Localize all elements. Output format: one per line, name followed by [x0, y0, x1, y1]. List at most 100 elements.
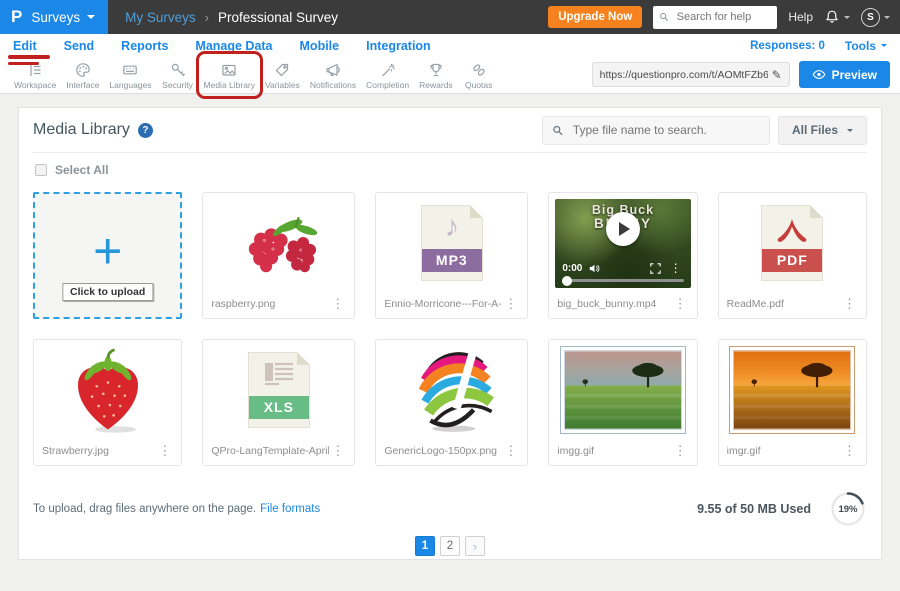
select-all-checkbox[interactable] — [35, 164, 47, 176]
tab-integration[interactable]: Integration — [366, 39, 431, 53]
edit-url-pencil-icon[interactable]: ✎ — [772, 68, 782, 82]
file-menu-icon[interactable]: ⋮ — [502, 297, 519, 310]
product-menu[interactable]: P Surveys — [0, 0, 108, 34]
toolbar-item-security[interactable]: Security — [157, 60, 199, 91]
chevron-down-icon — [87, 15, 95, 19]
surveys-menu-label: Surveys — [31, 10, 95, 25]
file-name: QPro-LangTemplate-April... — [211, 445, 329, 457]
toolbar-item-completion[interactable]: Completion — [361, 60, 414, 91]
tools-menu[interactable]: Tools — [845, 39, 887, 53]
file-menu-icon[interactable]: ⋮ — [502, 444, 519, 457]
video-menu-icon[interactable]: ⋮ — [668, 262, 684, 274]
play-button[interactable] — [606, 212, 640, 246]
toolbar-label: Security — [162, 80, 193, 90]
breadcrumb-current: Professional Survey — [218, 10, 338, 25]
file-name: imgr.gif — [727, 445, 761, 457]
media-tile-pdf[interactable]: PDF ReadMe.pdf ⋮ — [718, 192, 867, 319]
tile-footer: QPro-LangTemplate-April... ⋮ — [203, 439, 354, 465]
progress-knob[interactable] — [562, 276, 572, 286]
breadcrumb-separator-icon: › — [205, 10, 209, 25]
media-tile-raspberry[interactable]: raspberry.png ⋮ — [202, 192, 355, 319]
media-tile-strawberry[interactable]: Strawberry.jpg ⋮ — [33, 339, 182, 466]
spreadsheet-icon — [261, 359, 297, 391]
survey-nav: Edit Send Reports Manage Data Mobile Int… — [0, 34, 900, 57]
file-menu-icon[interactable]: ⋮ — [841, 297, 858, 310]
file-menu-icon[interactable]: ⋮ — [672, 444, 689, 457]
pdf-badge: PDF — [762, 249, 822, 272]
select-all-row: Select All — [33, 153, 867, 186]
notifications-bell-button[interactable] — [824, 9, 850, 25]
file-menu-icon[interactable]: ⋮ — [329, 444, 346, 457]
tab-send[interactable]: Send — [64, 39, 95, 53]
tag-icon — [273, 61, 291, 79]
responses-count[interactable]: Responses: 0 — [750, 40, 825, 52]
toolbar-item-interface[interactable]: Interface — [61, 60, 104, 91]
megaphone-icon — [324, 61, 342, 79]
storage-usage: 9.55 of 50 MB Used 19% — [697, 490, 867, 528]
toolbar-item-quotas[interactable]: Quotas — [458, 60, 500, 91]
upgrade-now-button[interactable]: Upgrade Now — [548, 6, 642, 28]
video-player[interactable]: Big Buck BUNNY 0:00 ⋮ — [549, 193, 696, 292]
next-page-button[interactable]: › — [465, 536, 485, 556]
usage-text: 9.55 of 50 MB Used — [697, 502, 811, 516]
file-formats-link[interactable]: File formats — [260, 503, 320, 515]
help-search-box[interactable] — [653, 6, 777, 29]
file-search-box[interactable] — [542, 116, 770, 145]
video-thumbnail: Big Buck BUNNY 0:00 ⋮ — [555, 199, 690, 288]
tab-edit[interactable]: Edit — [13, 39, 37, 53]
help-link[interactable]: Help — [788, 10, 813, 24]
chevron-down-icon — [884, 16, 890, 19]
toolbar-label: Media Library — [204, 80, 256, 90]
page-button-1[interactable]: 1 — [415, 536, 435, 556]
search-icon — [659, 11, 669, 23]
toolbar-item-notifications[interactable]: Notifications — [305, 60, 361, 91]
tab-reports[interactable]: Reports — [121, 39, 168, 53]
toolbar-item-rewards[interactable]: Rewards — [414, 60, 458, 91]
media-grid: + Click to upload — [33, 192, 867, 466]
fullscreen-icon[interactable] — [650, 263, 661, 274]
usage-donut: 19% — [829, 490, 867, 528]
tile-footer: ReadMe.pdf ⋮ — [719, 292, 866, 318]
tile-footer: big_buck_bunny.mp4 ⋮ — [549, 292, 696, 318]
questionpro-logo-icon: P — [11, 7, 22, 27]
toolbar-item-languages[interactable]: Languages — [104, 60, 156, 91]
media-tile-logo[interactable]: GenericLogo-150px.png ⋮ — [375, 339, 528, 466]
video-progress-bar[interactable] — [562, 279, 683, 282]
tile-footer: imgg.gif ⋮ — [549, 439, 696, 465]
palette-icon — [74, 61, 92, 79]
media-tile-imgr[interactable]: imgr.gif ⋮ — [718, 339, 867, 466]
media-tile-video[interactable]: Big Buck BUNNY 0:00 ⋮ big_buck_bunny.mp — [548, 192, 697, 319]
toolbar-item-variables[interactable]: Variables — [260, 60, 305, 91]
file-menu-icon[interactable]: ⋮ — [156, 444, 173, 457]
media-tile-mp3[interactable]: ♪ MP3 Ennio-Morricone---For-A-... ⋮ — [375, 192, 528, 319]
file-menu-icon[interactable]: ⋮ — [672, 297, 689, 310]
file-search-input[interactable] — [571, 122, 760, 138]
media-tile-imgg[interactable]: imgg.gif ⋮ — [548, 339, 697, 466]
mp3-file-icon: ♪ MP3 — [376, 193, 527, 292]
speaker-icon[interactable] — [589, 263, 600, 274]
chevron-down-icon — [881, 44, 887, 47]
preview-button[interactable]: Preview — [799, 61, 890, 88]
upload-tooltip: Click to upload — [62, 283, 153, 301]
page-button-2[interactable]: 2 — [440, 536, 460, 556]
image-icon — [220, 61, 238, 79]
upload-tile[interactable]: + Click to upload — [33, 192, 182, 319]
tab-manage-data[interactable]: Manage Data — [195, 39, 272, 53]
media-library-card: Media Library ? All Files Select All + C… — [18, 107, 882, 560]
survey-url-field[interactable]: https://questionpro.com/t/AOMtFZb6N ✎ — [592, 62, 790, 87]
all-files-filter[interactable]: All Files — [778, 116, 867, 145]
help-search-input[interactable] — [675, 10, 772, 24]
edit-toolbar: Workspace Interface Languages Security M… — [0, 57, 900, 94]
xls-badge: XLS — [249, 396, 309, 419]
toolbar-item-media-library[interactable]: Media Library — [199, 60, 261, 91]
breadcrumb-my-surveys[interactable]: My Surveys — [125, 10, 196, 25]
magic-wand-icon — [379, 61, 397, 79]
file-menu-icon[interactable]: ⋮ — [841, 444, 858, 457]
file-menu-icon[interactable]: ⋮ — [329, 297, 346, 310]
toolbar-label: Variables — [265, 80, 300, 90]
help-question-icon[interactable]: ? — [138, 123, 153, 138]
media-tile-xls[interactable]: XLS QPro-LangTemplate-April... ⋮ — [202, 339, 355, 466]
tab-mobile[interactable]: Mobile — [300, 39, 340, 53]
strawberry-image — [34, 340, 181, 439]
account-menu[interactable]: S — [861, 8, 890, 27]
